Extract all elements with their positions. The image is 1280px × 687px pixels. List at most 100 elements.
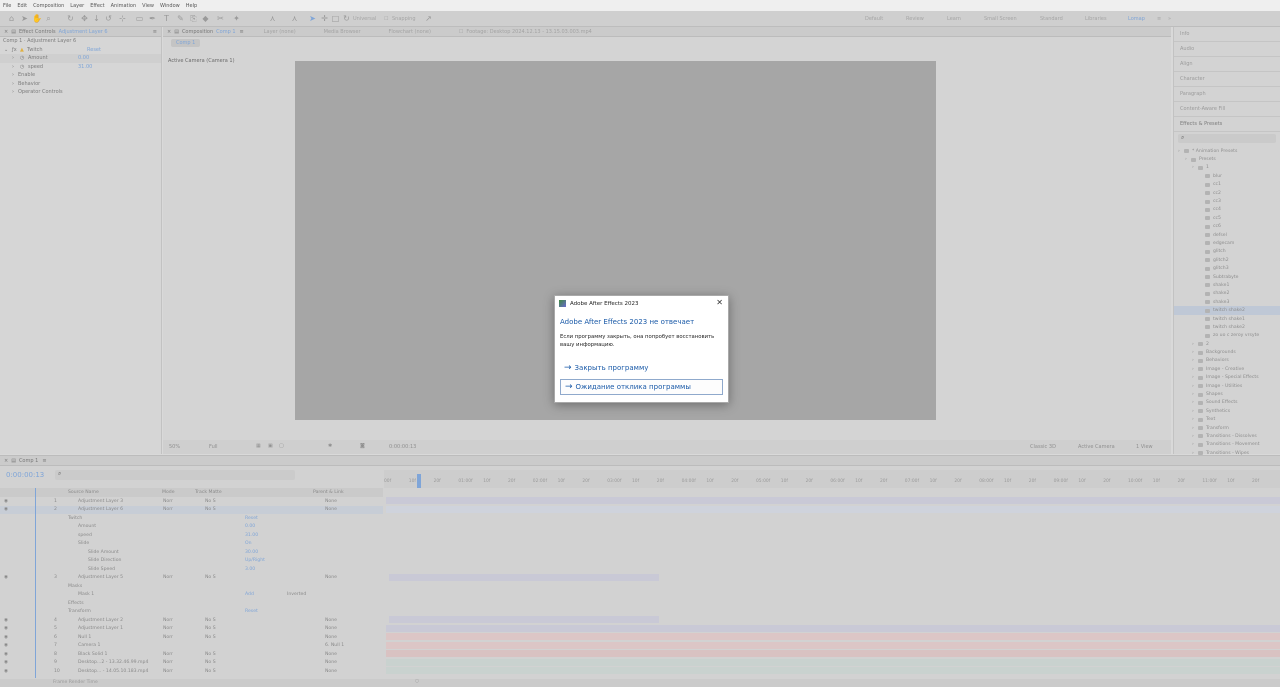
parent-dropdown[interactable]: None <box>325 635 337 640</box>
param-value[interactable]: 31.00 <box>78 64 92 70</box>
property-value[interactable]: Reset <box>245 609 258 614</box>
preset-tree-item[interactable]: cc6 <box>1174 223 1280 231</box>
parent-dropdown[interactable]: None <box>325 660 337 665</box>
workspace-lomap[interactable]: Lomap <box>1128 16 1145 22</box>
tab-effect-controls[interactable]: Effect Controls <box>19 29 56 35</box>
preset-tree-item[interactable]: › 1 <box>1174 164 1280 172</box>
effect-row-twitch[interactable]: ⌄ ƒx ▲ Twitch Reset <box>0 46 161 55</box>
timeline-timecode[interactable]: 0:00:00:13 <box>6 471 44 479</box>
layer-row[interactable]: ◉ 6 Null 1 Norr No S None <box>0 633 383 642</box>
wait-response-button[interactable]: → Ожидание отклика программы <box>560 379 723 395</box>
layer-bar[interactable] <box>389 573 659 581</box>
resolution-dropdown[interactable]: Full <box>209 444 218 450</box>
tab-composition[interactable]: Composition <box>182 29 213 35</box>
fx-icon[interactable]: ƒx <box>12 47 20 53</box>
type-tool-icon[interactable]: T <box>162 14 171 23</box>
select-arrow-icon[interactable]: ➤ <box>308 14 317 23</box>
tab-flowchart[interactable]: Flowchart (none) <box>389 29 431 35</box>
layer-row[interactable]: ◉ 4 Adjustment Layer 2 Norr No S None <box>0 616 383 625</box>
workspace-more-icon[interactable]: » <box>1168 16 1171 22</box>
menu-effect[interactable]: Effect <box>90 3 104 9</box>
property-value[interactable]: Up/Right <box>245 558 265 563</box>
property-row[interactable]: Masks <box>0 582 383 591</box>
home-icon[interactable]: ⌂ <box>7 14 16 23</box>
parent-dropdown[interactable]: None <box>325 575 337 580</box>
zoom-slider[interactable]: ○ <box>415 679 419 684</box>
inverted-checkbox-label[interactable]: Inverted <box>287 592 306 597</box>
property-value[interactable]: 30.00 <box>245 550 258 555</box>
property-row[interactable]: Twitch Reset <box>0 514 383 523</box>
preset-tree-item[interactable]: twitch shake1 <box>1174 315 1280 323</box>
visibility-icon[interactable]: ◉ <box>4 507 8 512</box>
track-matte-dropdown[interactable]: No S <box>205 618 216 623</box>
panel-info[interactable]: Info <box>1174 27 1280 42</box>
property-value[interactable]: 3.00 <box>245 567 255 572</box>
track-matte-dropdown[interactable]: No S <box>205 660 216 665</box>
comp-chip[interactable]: Comp 1 <box>171 39 201 47</box>
close-program-button[interactable]: → Закрыть программу <box>560 360 723 376</box>
panel-audio[interactable]: Audio <box>1174 42 1280 57</box>
property-row[interactable]: Slide Amount 30.00 <box>0 548 383 557</box>
workspace-standard[interactable]: Standard <box>1040 16 1063 22</box>
preset-tree-item[interactable]: blur <box>1174 172 1280 180</box>
roto-tool-icon[interactable]: ✂ <box>216 14 225 23</box>
parent-dropdown[interactable]: 6. Null 1 <box>325 643 344 648</box>
mode-dropdown[interactable]: Norr <box>163 575 173 580</box>
workspace-small-screen[interactable]: Small Screen <box>984 16 1017 22</box>
preset-tree-item[interactable]: edgecam <box>1174 239 1280 247</box>
visibility-icon[interactable]: ◉ <box>4 635 8 640</box>
preset-tree-item[interactable]: › Transitions - Dissolves <box>1174 432 1280 440</box>
layer-row[interactable]: ◉ 7 Camera 1 6. Null 1 <box>0 642 383 651</box>
preset-tree-item[interactable]: › Shapes <box>1174 390 1280 398</box>
layer-bar[interactable] <box>386 633 1280 640</box>
workspace-review[interactable]: Review <box>906 16 924 22</box>
pan-tool-icon[interactable]: ✥ <box>80 14 89 23</box>
transparency-icon[interactable]: ▢ <box>279 443 284 449</box>
tab-media-browser[interactable]: Media Browser <box>324 29 361 35</box>
preset-tree-item[interactable]: zo uo c zeroy vrsyte <box>1174 332 1280 340</box>
timeline-search-input[interactable]: ⌕ <box>55 470 295 480</box>
menu-layer[interactable]: Layer <box>70 3 84 9</box>
visibility-icon[interactable]: ◉ <box>4 660 8 665</box>
workspace-menu-icon[interactable]: ≡ <box>1157 16 1161 22</box>
tab-comp[interactable]: Comp 1 <box>19 458 38 464</box>
track-matte-dropdown[interactable]: No S <box>205 507 216 512</box>
time-ruler[interactable]: 00f 10f 20f 01:00f 10f 20f 02:00f 10f 20f 03:00f 1… <box>384 470 1280 488</box>
layer-row[interactable]: ◉ 10 Desktop... - 14.05.10.183.mp4 Norr No S… <box>0 667 383 676</box>
preset-tree-item[interactable]: glitch3 <box>1174 264 1280 272</box>
layer-bar[interactable] <box>386 497 1280 504</box>
playhead[interactable] <box>417 474 421 488</box>
preset-tree-item[interactable]: › Sound Effects <box>1174 399 1280 407</box>
visibility-icon[interactable]: ◉ <box>4 499 8 504</box>
effect-param-amount[interactable]: › ◷ Amount 0.00 <box>0 54 161 63</box>
menu-edit[interactable]: Edit <box>17 3 27 9</box>
preset-tree-item[interactable]: shake3 <box>1174 298 1280 306</box>
visibility-icon[interactable]: ◉ <box>4 669 8 674</box>
camera-snapshot-icon[interactable]: ✱ <box>328 443 332 449</box>
param-value[interactable]: 0.00 <box>78 55 89 61</box>
track-matte-dropdown[interactable]: No S <box>205 652 216 657</box>
parent-dropdown[interactable]: None <box>325 499 337 504</box>
workspace-default[interactable]: Default <box>865 16 883 22</box>
layer-bar[interactable] <box>386 624 1280 632</box>
anchor-tool-icon[interactable]: ⊹ <box>118 14 127 23</box>
col-track-matte[interactable]: Track Matte <box>195 490 222 495</box>
layer-bar[interactable] <box>386 658 1280 666</box>
preset-tree-item[interactable]: shake1 <box>1174 281 1280 289</box>
tab-layer[interactable]: Layer (none) <box>264 29 296 35</box>
brush-tool-icon[interactable]: ✎ <box>176 14 185 23</box>
workspace-learn[interactable]: Learn <box>947 16 961 22</box>
mode-dropdown[interactable]: Norr <box>163 626 173 631</box>
dolly-tool-icon[interactable]: ↓ <box>92 14 101 23</box>
pen-tool-icon[interactable]: ✒ <box>148 14 157 23</box>
mode-dropdown[interactable]: Norr <box>163 652 173 657</box>
track-matte-dropdown[interactable]: No S <box>205 626 216 631</box>
panel-effects-presets[interactable]: Effects & Presets <box>1174 117 1280 132</box>
axis-local-icon[interactable]: ⋏ <box>268 14 277 23</box>
panel-menu-icon[interactable]: ≡ <box>42 458 46 464</box>
preset-tree-item[interactable]: › Synthetics <box>1174 407 1280 415</box>
property-value[interactable]: Reset <box>245 516 258 521</box>
effect-group-enable[interactable]: › Enable <box>0 71 161 80</box>
menu-view[interactable]: View <box>142 3 154 9</box>
visibility-icon[interactable]: ◉ <box>4 575 8 580</box>
